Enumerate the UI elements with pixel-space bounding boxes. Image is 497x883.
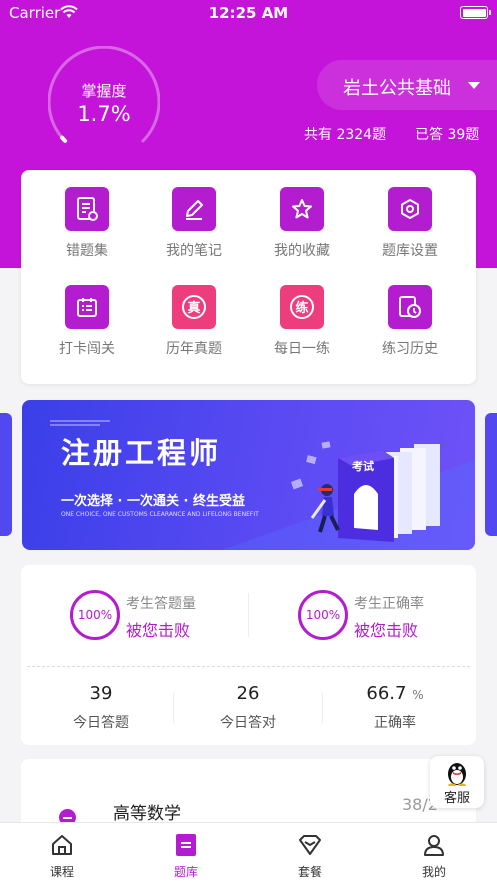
history-icon [388, 285, 432, 329]
gauge-fill [60, 135, 68, 143]
tab-question-bank[interactable]: 题库 [124, 823, 248, 883]
stat-label: 今日答对 [220, 715, 276, 731]
tab-label: 课程 [49, 865, 74, 879]
home-icon [52, 835, 72, 855]
tab-bar: 课程 题库 套餐 我的 [0, 822, 497, 883]
menu-label: 题库设置 [382, 243, 438, 259]
daily-practice-icon: 练 [280, 285, 324, 329]
chevron-down-icon [468, 82, 480, 89]
menu-item-checkin[interactable]: 打卡闯关 [32, 285, 142, 365]
banner-illustration: 考试 [50, 420, 475, 550]
stat-label: 今日答题 [73, 715, 129, 731]
profile-icon [424, 835, 444, 856]
rank-label-right: 考生正确率 [354, 596, 424, 612]
clock: 12:25 AM [208, 4, 289, 22]
rank-badge-left: 100% [70, 590, 120, 640]
banner-prev-peek[interactable] [0, 413, 12, 536]
question-bank-icon [176, 834, 196, 856]
answered-count: 已答 39题 [415, 127, 480, 143]
calendar-icon [65, 285, 109, 329]
menu-label: 我的笔记 [166, 243, 222, 259]
menu-item-daily-practice[interactable]: 练 每日一练 [247, 285, 357, 365]
menu-label: 历年真题 [166, 341, 222, 357]
rank-badge-right: 100% [298, 590, 348, 640]
accuracy-rate: 66.7 % 正确率 [320, 683, 470, 732]
banner-title: 注册工程师 [61, 436, 222, 470]
penguin-icon [448, 763, 466, 786]
stat-label: 正确率 [374, 715, 416, 731]
wrong-book-icon [65, 187, 109, 231]
real-exam-glyph: 真 [187, 300, 200, 316]
menu-label: 我的收藏 [274, 243, 330, 259]
promo-banner[interactable]: 考试 注册工程师 一次选择 · 一次通关 · 终生受益 ONE CHOICE, … [22, 400, 475, 550]
menu-item-past-exams[interactable]: 真 历年真题 [139, 285, 249, 365]
customer-service-label: 客服 [443, 791, 470, 806]
tab-profile[interactable]: 我的 [372, 823, 496, 883]
menu-label: 每日一练 [274, 341, 330, 357]
package-icon [299, 835, 321, 855]
mastery-label: 掌握度 [81, 82, 127, 100]
stat-value: 66.7 [366, 683, 407, 704]
rank-value-left: 被您击败 [126, 621, 191, 640]
menu-item-notes[interactable]: 我的笔记 [139, 187, 249, 267]
tab-courses[interactable]: 课程 [0, 823, 124, 883]
menu-item-favorites[interactable]: 我的收藏 [247, 187, 357, 267]
divider [248, 593, 249, 637]
menu-item-wrong-questions[interactable]: 错题集 [32, 187, 142, 267]
banner-book-label: 考试 [352, 459, 374, 473]
status-bar: Carrier 12:25 AM [0, 0, 497, 28]
tab-label: 题库 [173, 865, 198, 879]
subject-name: 岩土公共基础 [343, 78, 451, 99]
menu-label: 错题集 [66, 243, 108, 259]
feature-menu: 错题集 我的笔记 我的收藏 题库设置 打卡闯关 真 历年真题 练 每日一练 练习… [21, 170, 476, 384]
stat-value: 26 [236, 683, 260, 704]
menu-label: 打卡闯关 [59, 341, 115, 357]
menu-item-bank-settings[interactable]: 题库设置 [355, 187, 465, 267]
stat-unit: % [412, 688, 424, 702]
course-name: 高等数学 [113, 804, 181, 824]
menu-label: 练习历史 [382, 341, 438, 357]
banner-next-peek[interactable] [485, 413, 497, 536]
pencil-icon [172, 187, 216, 231]
banner-subtitle-en: ONE CHOICE, ONE CUSTOMS CLEARANCE AND LI… [61, 511, 259, 518]
tab-label: 我的 [421, 865, 446, 879]
settings-icon [388, 187, 432, 231]
star-icon [280, 187, 324, 231]
subject-selector[interactable]: 岩土公共基础 [317, 60, 497, 110]
today-answered: 39 今日答题 [26, 683, 176, 732]
daily-practice-glyph: 练 [295, 300, 308, 316]
course-item[interactable]: 高等数学 38/2 [21, 759, 476, 829]
real-exam-icon: 真 [172, 285, 216, 329]
battery-icon [460, 6, 491, 19]
mastery-value: 1.7% [77, 102, 131, 126]
banner-subtitle: 一次选择 · 一次通关 · 终生受益 [61, 494, 245, 509]
stats-card: 100% 考生答题量 被您击败 100% 考生正确率 被您击败 39 今日答题 … [21, 565, 476, 745]
tab-label: 套餐 [297, 865, 322, 879]
rank-label-left: 考生答题量 [126, 596, 196, 612]
customer-service-button[interactable]: 客服 [430, 756, 484, 808]
tab-packages[interactable]: 套餐 [248, 823, 372, 883]
today-correct: 26 今日答对 [173, 683, 323, 732]
mastery-gauge: 掌握度 1.7% [47, 45, 161, 158]
dashed-divider [27, 666, 470, 667]
menu-item-history[interactable]: 练习历史 [355, 285, 465, 365]
carousel-indicator [222, 537, 276, 550]
stat-value: 39 [89, 683, 113, 704]
total-count: 共有 2324题 [304, 127, 387, 143]
rank-value-right: 被您击败 [354, 621, 419, 640]
